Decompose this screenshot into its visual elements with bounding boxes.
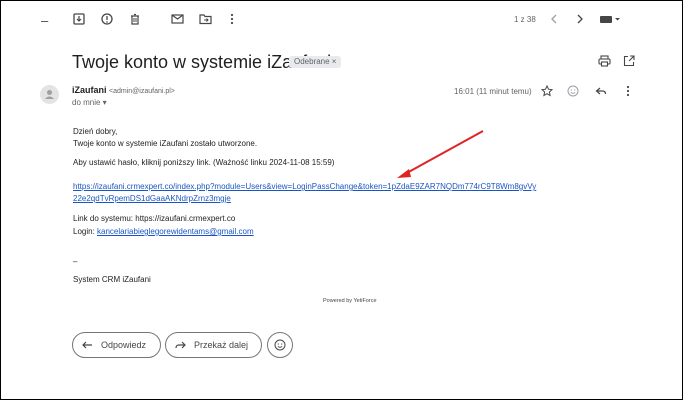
forward-arrow-icon — [175, 341, 186, 349]
password-change-link-cont[interactable]: 22e2qdTvRpemDS1dGaaAKNdrpZrnz3mgje — [73, 194, 231, 203]
report-spam-icon[interactable] — [101, 13, 115, 27]
password-change-link[interactable]: https://izaufani.crmexpert.co/index.php?… — [73, 182, 536, 191]
open-new-window-icon[interactable] — [623, 55, 637, 69]
emoji-reaction-icon[interactable] — [567, 85, 581, 99]
pager-count: 1 z 38 — [514, 15, 536, 24]
message-more-icon[interactable] — [626, 85, 640, 99]
login-prefix: Login: — [73, 227, 98, 236]
older-chevron-icon[interactable] — [576, 13, 590, 27]
more-vert-icon[interactable] — [230, 13, 244, 27]
star-icon[interactable] — [541, 85, 555, 99]
signature-dash: – — [73, 257, 78, 266]
sender-avatar — [40, 85, 59, 104]
received-time: 16:01 (11 minut temu) — [454, 87, 532, 96]
emoji-icon — [274, 339, 286, 351]
forward-button[interactable]: Przekaż dalej — [165, 332, 262, 358]
toolbar: – 1 z 38 — [1, 1, 682, 41]
toolbar-dash: – — [41, 13, 49, 28]
body-account-created: Twoje konto w systemie iZaufani zostało … — [73, 139, 258, 148]
reply-button[interactable]: Odpowiedz — [72, 332, 161, 358]
login-email-link[interactable]: kancelariabieglegorewidentams@gmail.com — [97, 227, 254, 236]
reply-button-label: Odpowiedz — [101, 340, 147, 350]
print-icon[interactable] — [598, 55, 612, 69]
forward-button-label: Przekaż dalej — [194, 340, 249, 350]
newer-chevron-icon[interactable] — [550, 13, 564, 27]
mail-window: – 1 z 38 Twoje konto w systemie iZaufani… — [0, 0, 683, 400]
label-chip-inbox[interactable]: Odebrane × — [289, 56, 342, 68]
recipient-dropdown[interactable]: do mnie ▾ — [72, 98, 107, 107]
sender-email: <admin@izaufani.pl> — [109, 88, 175, 95]
reply-icon[interactable] — [595, 85, 609, 99]
delete-icon[interactable] — [129, 13, 143, 27]
body-set-password: Aby ustawić hasło, kliknij poniższy link… — [73, 158, 335, 167]
body-system-link: Link do systemu: https://izaufani.crmexp… — [73, 214, 236, 223]
body-login: Login: kancelariabieglegorewidentams@gma… — [73, 227, 254, 236]
reply-arrow-icon — [82, 341, 92, 349]
signature-text: System CRM iZaufani — [73, 275, 151, 284]
sender-name: iZaufani — [72, 85, 107, 95]
emoji-button[interactable] — [267, 332, 293, 358]
mark-unread-icon[interactable] — [171, 13, 185, 27]
move-to-icon[interactable] — [199, 13, 213, 27]
keyboard-input-icon[interactable] — [599, 13, 620, 27]
archive-icon[interactable] — [73, 13, 87, 27]
annotation-arrow — [397, 130, 484, 178]
body-greeting: Dzień dobry, — [73, 127, 118, 136]
sender-line: iZaufani <admin@izaufani.pl> — [72, 85, 175, 95]
powered-by: Powered by YetiForce — [323, 298, 377, 304]
